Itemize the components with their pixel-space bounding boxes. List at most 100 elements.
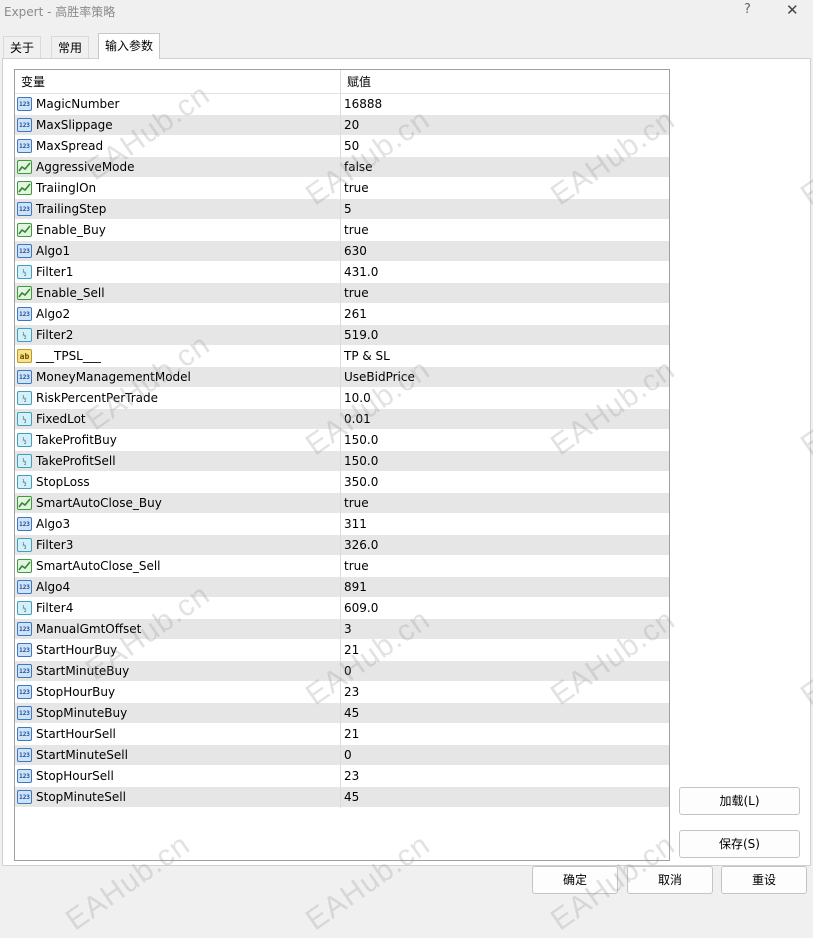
variable-name: Filter2 bbox=[36, 328, 74, 342]
table-row[interactable]: 123 Algo1 630 bbox=[15, 241, 669, 262]
variable-name: SmartAutoClose_Buy bbox=[36, 496, 162, 510]
tab-common[interactable]: 常用 bbox=[51, 36, 90, 58]
variable-value[interactable]: TP & SL bbox=[344, 346, 390, 367]
column-divider[interactable] bbox=[340, 70, 341, 94]
variable-value[interactable]: true bbox=[344, 493, 369, 514]
table-row[interactable]: 123 ManualGmtOffset 3 bbox=[15, 619, 669, 640]
table-row[interactable]: ½ StopLoss 350.0 bbox=[15, 472, 669, 493]
variable-value[interactable]: 150.0 bbox=[344, 430, 378, 451]
variable-value[interactable]: true bbox=[344, 220, 369, 241]
variable-value[interactable]: 609.0 bbox=[344, 598, 378, 619]
table-row[interactable]: 123 MagicNumber 16888 bbox=[15, 94, 669, 115]
variable-value[interactable]: 891 bbox=[344, 577, 367, 598]
table-row[interactable]: 123 StartHourSell 21 bbox=[15, 724, 669, 745]
table-row[interactable]: ½ Filter1 431.0 bbox=[15, 262, 669, 283]
table-row[interactable]: 123 MoneyManagementModel UseBidPrice bbox=[15, 367, 669, 388]
cancel-button[interactable]: 取消 bbox=[627, 866, 713, 894]
column-divider bbox=[340, 703, 341, 724]
column-divider bbox=[340, 724, 341, 745]
variable-name: Filter1 bbox=[36, 265, 74, 279]
close-button[interactable]: ✕ bbox=[786, 1, 799, 19]
variable-value[interactable]: true bbox=[344, 283, 369, 304]
table-row[interactable]: AggressiveMode false bbox=[15, 157, 669, 178]
table-row[interactable]: SmartAutoClose_Sell true bbox=[15, 556, 669, 577]
variable-value[interactable]: 10.0 bbox=[344, 388, 371, 409]
integer-type-icon: 123 bbox=[17, 664, 32, 678]
variable-value[interactable]: 350.0 bbox=[344, 472, 378, 493]
table-row[interactable]: 123 Algo4 891 bbox=[15, 577, 669, 598]
table-row[interactable]: 123 Algo3 311 bbox=[15, 514, 669, 535]
table-row[interactable]: ½ TakeProfitSell 150.0 bbox=[15, 451, 669, 472]
column-divider bbox=[340, 220, 341, 241]
variable-value[interactable]: 261 bbox=[344, 304, 367, 325]
tab-about[interactable]: 关于 bbox=[3, 36, 42, 58]
variable-value[interactable]: 5 bbox=[344, 199, 352, 220]
table-row[interactable]: SmartAutoClose_Buy true bbox=[15, 493, 669, 514]
variable-value[interactable]: 519.0 bbox=[344, 325, 378, 346]
table-row[interactable]: ½ Filter4 609.0 bbox=[15, 598, 669, 619]
column-divider bbox=[340, 766, 341, 787]
table-row[interactable]: 123 StopHourSell 23 bbox=[15, 766, 669, 787]
title-bar: Expert - 高胜率策略 ? ✕ bbox=[0, 0, 813, 26]
variable-value[interactable]: 150.0 bbox=[344, 451, 378, 472]
column-header-variable[interactable]: 变量 bbox=[21, 70, 45, 94]
load-button[interactable]: 加载(L) bbox=[679, 787, 800, 815]
table-row[interactable]: Enable_Sell true bbox=[15, 283, 669, 304]
table-row[interactable]: 123 StartHourBuy 21 bbox=[15, 640, 669, 661]
table-row[interactable]: ½ RiskPercentPerTrade 10.0 bbox=[15, 388, 669, 409]
variable-value[interactable]: 16888 bbox=[344, 94, 382, 115]
variable-value[interactable]: 45 bbox=[344, 703, 359, 724]
variable-value[interactable]: 23 bbox=[344, 682, 359, 703]
column-header-value[interactable]: 赋值 bbox=[347, 70, 371, 94]
table-row[interactable]: 123 StartMinuteBuy 0 bbox=[15, 661, 669, 682]
variable-value[interactable]: 311 bbox=[344, 514, 367, 535]
variable-value[interactable]: true bbox=[344, 556, 369, 577]
table-row[interactable]: 123 MaxSlippage 20 bbox=[15, 115, 669, 136]
tab-inputs[interactable]: 输入参数 bbox=[98, 33, 161, 59]
parameters-table[interactable]: 变量 赋值 123 MagicNumber 16888 123 MaxSlippage 2… bbox=[14, 69, 670, 861]
variable-value[interactable]: 23 bbox=[344, 766, 359, 787]
column-divider bbox=[340, 367, 341, 388]
variable-value[interactable]: 431.0 bbox=[344, 262, 378, 283]
variable-value[interactable]: 21 bbox=[344, 640, 359, 661]
table-row[interactable]: 123 MaxSpread 50 bbox=[15, 136, 669, 157]
table-row[interactable]: 123 StartMinuteSell 0 bbox=[15, 745, 669, 766]
table-row[interactable]: 123 StopHourBuy 23 bbox=[15, 682, 669, 703]
table-row[interactable]: ½ Filter3 326.0 bbox=[15, 535, 669, 556]
variable-value[interactable]: 50 bbox=[344, 136, 359, 157]
save-button[interactable]: 保存(S) bbox=[679, 830, 800, 858]
variable-value[interactable]: 326.0 bbox=[344, 535, 378, 556]
ok-button[interactable]: 确定 bbox=[532, 866, 618, 894]
table-row[interactable]: Enable_Buy true bbox=[15, 220, 669, 241]
table-row[interactable]: 123 StopMinuteSell 45 bbox=[15, 787, 669, 808]
variable-value[interactable]: 20 bbox=[344, 115, 359, 136]
boolean-type-icon bbox=[17, 181, 32, 195]
column-divider bbox=[340, 598, 341, 619]
variable-value[interactable]: true bbox=[344, 178, 369, 199]
help-button[interactable]: ? bbox=[744, 2, 751, 17]
variable-value[interactable]: 45 bbox=[344, 787, 359, 808]
double-type-icon: ½ bbox=[17, 433, 32, 447]
table-row[interactable]: TraiinglOn true bbox=[15, 178, 669, 199]
table-row[interactable]: 123 Algo2 261 bbox=[15, 304, 669, 325]
variable-value[interactable]: false bbox=[344, 157, 373, 178]
integer-type-icon: 123 bbox=[17, 118, 32, 132]
variable-value[interactable]: 0 bbox=[344, 745, 352, 766]
table-row[interactable]: ½ TakeProfitBuy 150.0 bbox=[15, 430, 669, 451]
table-row[interactable]: 123 TrailingStep 5 bbox=[15, 199, 669, 220]
column-divider bbox=[340, 514, 341, 535]
reset-button[interactable]: 重设 bbox=[721, 866, 807, 894]
table-row[interactable]: ½ FixedLot 0.01 bbox=[15, 409, 669, 430]
variable-value[interactable]: UseBidPrice bbox=[344, 367, 415, 388]
variable-value[interactable]: 0.01 bbox=[344, 409, 371, 430]
variable-value[interactable]: 3 bbox=[344, 619, 352, 640]
table-row[interactable]: 123 StopMinuteBuy 45 bbox=[15, 703, 669, 724]
table-row[interactable]: ab ___TPSL___ TP & SL bbox=[15, 346, 669, 367]
variable-value[interactable]: 21 bbox=[344, 724, 359, 745]
variable-name: MaxSpread bbox=[36, 139, 104, 153]
variable-value[interactable]: 0 bbox=[344, 661, 352, 682]
table-row[interactable]: ½ Filter2 519.0 bbox=[15, 325, 669, 346]
variable-value[interactable]: 630 bbox=[344, 241, 367, 262]
double-type-icon: ½ bbox=[17, 328, 32, 342]
variable-name: SmartAutoClose_Sell bbox=[36, 559, 161, 573]
